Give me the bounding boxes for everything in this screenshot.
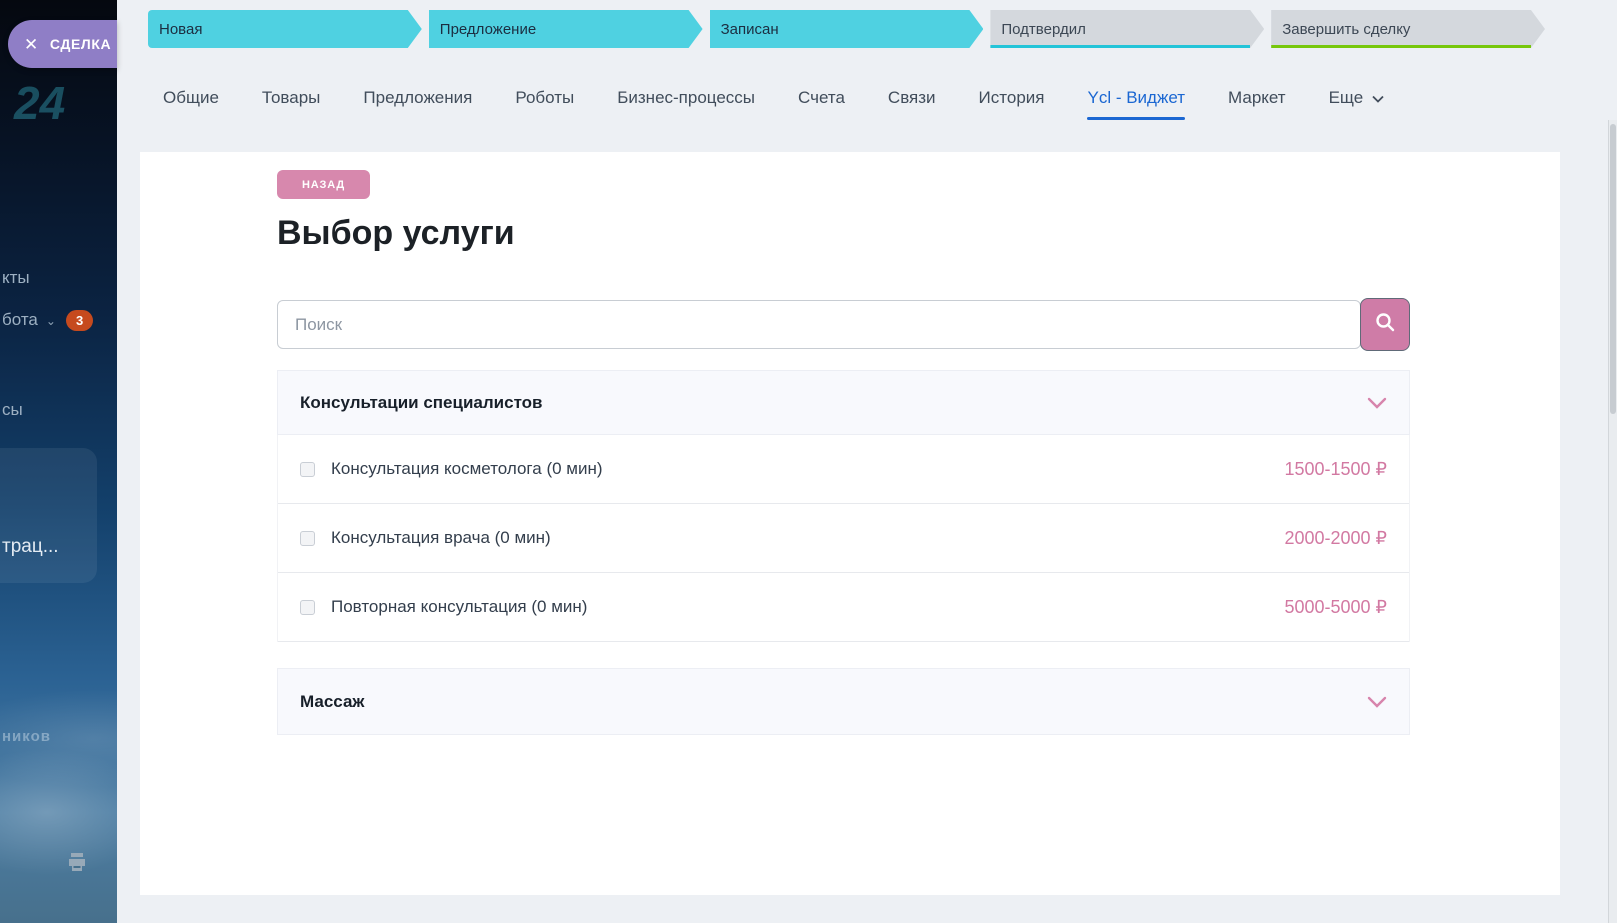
deal-slider-pill[interactable]: ✕ СДЕЛКА	[8, 20, 117, 68]
service-search-row	[277, 298, 1410, 352]
chevron-down-icon: ⌄	[46, 314, 56, 328]
deal-tabs: Общие Товары Предложения Роботы Бизнес-п…	[163, 75, 1384, 120]
chevron-down-icon	[1367, 397, 1387, 409]
sidebar-item-label: сы	[2, 400, 23, 419]
search-button[interactable]	[1360, 298, 1410, 351]
tab-label: Счета	[798, 88, 845, 108]
tab-label: Еще	[1329, 88, 1364, 108]
sidebar-promo-panel	[0, 448, 97, 583]
scrollbar-thumb[interactable]	[1610, 124, 1616, 414]
tab-invoices[interactable]: Счета	[798, 75, 845, 120]
page-title: Выбор услуги	[277, 214, 515, 253]
tab-label: История	[979, 88, 1045, 108]
tab-relations[interactable]: Связи	[888, 75, 936, 120]
service-row[interactable]: Консультация врача (0 мин) 2000-2000 ₽	[278, 504, 1409, 573]
section-title: Массаж	[300, 692, 364, 712]
service-row[interactable]: Консультация косметолога (0 мин) 1500-15…	[278, 435, 1409, 504]
stage-label: Записан	[721, 21, 779, 38]
search-input[interactable]	[277, 300, 1361, 349]
tab-label: Связи	[888, 88, 936, 108]
deal-pill-label: СДЕЛКА	[50, 36, 111, 52]
stage-label: Завершить сделку	[1282, 21, 1410, 38]
section-title: Консультации специалистов	[300, 393, 543, 413]
service-checkbox[interactable]	[300, 531, 315, 546]
bitrix24-logo-fragment: 24	[14, 76, 65, 130]
stage-confirmed[interactable]: Подтвердил	[990, 10, 1264, 48]
chevron-down-icon	[1372, 88, 1384, 108]
stage-label: Подтвердил	[1001, 21, 1085, 38]
tab-business-processes[interactable]: Бизнес-процессы	[617, 75, 755, 120]
sidebar-item-label: бота	[2, 310, 38, 329]
tab-quotes[interactable]: Предложения	[363, 75, 472, 120]
tab-label: Роботы	[515, 88, 574, 108]
notification-badge: 3	[66, 310, 93, 331]
vertical-scrollbar[interactable]	[1608, 120, 1617, 923]
search-icon	[1374, 311, 1396, 338]
section-header-massage[interactable]: Массаж	[277, 668, 1410, 735]
sidebar-item-work-truncated[interactable]: бота ⌄ 3	[2, 310, 93, 331]
stage-new[interactable]: Новая	[148, 10, 422, 48]
stage-booked[interactable]: Записан	[710, 10, 984, 48]
left-sidebar: 24 кты бота ⌄ 3 сы трац... ников	[0, 0, 117, 923]
service-price: 5000-5000 ₽	[1284, 597, 1387, 618]
stage-close-deal[interactable]: Завершить сделку	[1271, 10, 1545, 48]
tab-products[interactable]: Товары	[262, 75, 320, 120]
printer-icon[interactable]	[65, 850, 89, 879]
service-section-consultations: Консультации специалистов Консультация к…	[277, 370, 1410, 642]
tab-label: Бизнес-процессы	[617, 88, 755, 108]
service-list: Консультация косметолога (0 мин) 1500-15…	[277, 435, 1410, 642]
sidebar-item-contacts-truncated[interactable]: кты	[2, 268, 30, 288]
stage-underline	[1271, 45, 1531, 48]
stage-offer[interactable]: Предложение	[429, 10, 703, 48]
service-checkbox[interactable]	[300, 462, 315, 477]
service-name: Консультация врача (0 мин)	[331, 528, 551, 548]
active-tab-underline	[1087, 117, 1185, 120]
service-name: Повторная консультация (0 мин)	[331, 597, 587, 617]
service-price: 1500-1500 ₽	[1284, 459, 1387, 480]
service-row[interactable]: Повторная консультация (0 мин) 5000-5000…	[278, 573, 1409, 642]
tab-general[interactable]: Общие	[163, 75, 219, 120]
section-header-consultations[interactable]: Консультации специалистов	[277, 370, 1410, 435]
stage-underline	[990, 45, 1250, 48]
deal-stage-bar: Новая Предложение Записан Подтвердил Зав…	[148, 10, 1545, 48]
sidebar-item-label: кты	[2, 268, 30, 287]
service-checkbox[interactable]	[300, 600, 315, 615]
ycl-widget-card: НАЗАД Выбор услуги Консультации специали…	[140, 152, 1560, 895]
back-button[interactable]: НАЗАД	[277, 170, 370, 199]
tab-market[interactable]: Маркет	[1228, 75, 1286, 120]
chevron-down-icon	[1367, 696, 1387, 708]
tab-label: Общие	[163, 88, 219, 108]
tab-label: Товары	[262, 88, 320, 108]
service-price: 2000-2000 ₽	[1284, 528, 1387, 549]
tab-label: Ycl - Виджет	[1087, 88, 1185, 108]
sidebar-item-processes-truncated[interactable]: сы	[2, 400, 23, 420]
tab-robots[interactable]: Роботы	[515, 75, 574, 120]
stage-label: Новая	[159, 21, 202, 38]
tab-label: Маркет	[1228, 88, 1286, 108]
close-icon[interactable]: ✕	[24, 36, 39, 53]
tab-label: Предложения	[363, 88, 472, 108]
service-section-massage: Массаж	[277, 668, 1410, 735]
sidebar-item-employees-truncated: ников	[2, 728, 51, 745]
sidebar-item-migration-truncated[interactable]: трац...	[2, 536, 59, 558]
tab-ycl-widget[interactable]: Ycl - Виджет	[1087, 75, 1185, 120]
service-name: Консультация косметолога (0 мин)	[331, 459, 603, 479]
tab-history[interactable]: История	[979, 75, 1045, 120]
stage-label: Предложение	[440, 21, 536, 38]
deal-slider-content: Новая Предложение Записан Подтвердил Зав…	[117, 0, 1617, 923]
tab-more[interactable]: Еще	[1329, 75, 1385, 120]
